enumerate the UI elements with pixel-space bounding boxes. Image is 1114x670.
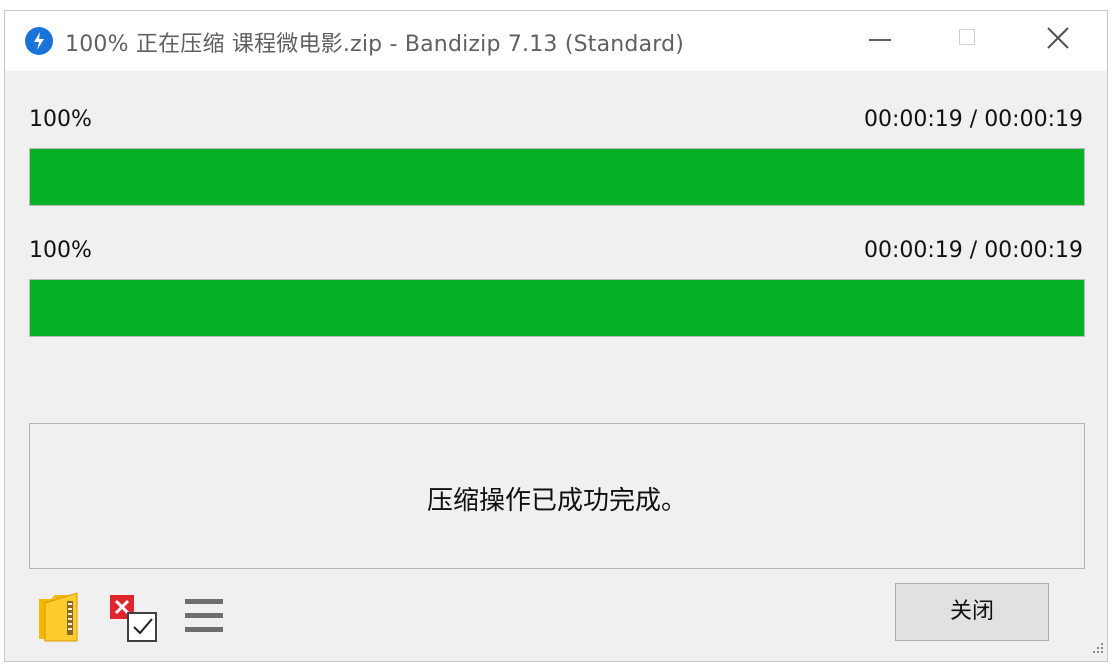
status-message: 压缩操作已成功完成。 [426, 486, 687, 516]
maximize-button[interactable] [945, 11, 991, 67]
bandizip-logo-icon [25, 27, 53, 55]
progress-percent: 100% [29, 238, 92, 263]
progress-time: 00:00:19 / 00:00:19 [863, 107, 1083, 132]
bandizip-progress-window: 100% 正在压缩 课程微电影.zip - Bandizip 7.13 (Sta… [4, 10, 1108, 662]
menu-icon[interactable] [185, 597, 223, 635]
minimize-icon [869, 39, 891, 41]
auto-close-checkbox-icon[interactable] [108, 593, 160, 643]
close-button[interactable]: 关闭 [895, 583, 1049, 641]
close-window-button[interactable] [1035, 11, 1081, 67]
progress-time: 00:00:19 / 00:00:19 [863, 238, 1083, 263]
window-title: 100% 正在压缩 课程微电影.zip - Bandizip 7.13 (Sta… [65, 32, 685, 57]
status-message-box: 压缩操作已成功完成。 [29, 423, 1085, 569]
resize-grip-icon[interactable] [1087, 641, 1105, 659]
progress-bar-fill [30, 280, 1084, 336]
progress-bar-total [29, 148, 1085, 206]
open-folder-icon[interactable] [37, 589, 85, 643]
progress-bar-fill [30, 149, 1084, 205]
close-icon [1047, 27, 1069, 49]
title-bar[interactable]: 100% 正在压缩 课程微电影.zip - Bandizip 7.13 (Sta… [5, 11, 1107, 71]
progress-percent: 100% [29, 107, 92, 132]
maximize-icon [959, 29, 975, 45]
minimize-button[interactable] [857, 11, 903, 67]
progress-bar-file [29, 279, 1085, 337]
